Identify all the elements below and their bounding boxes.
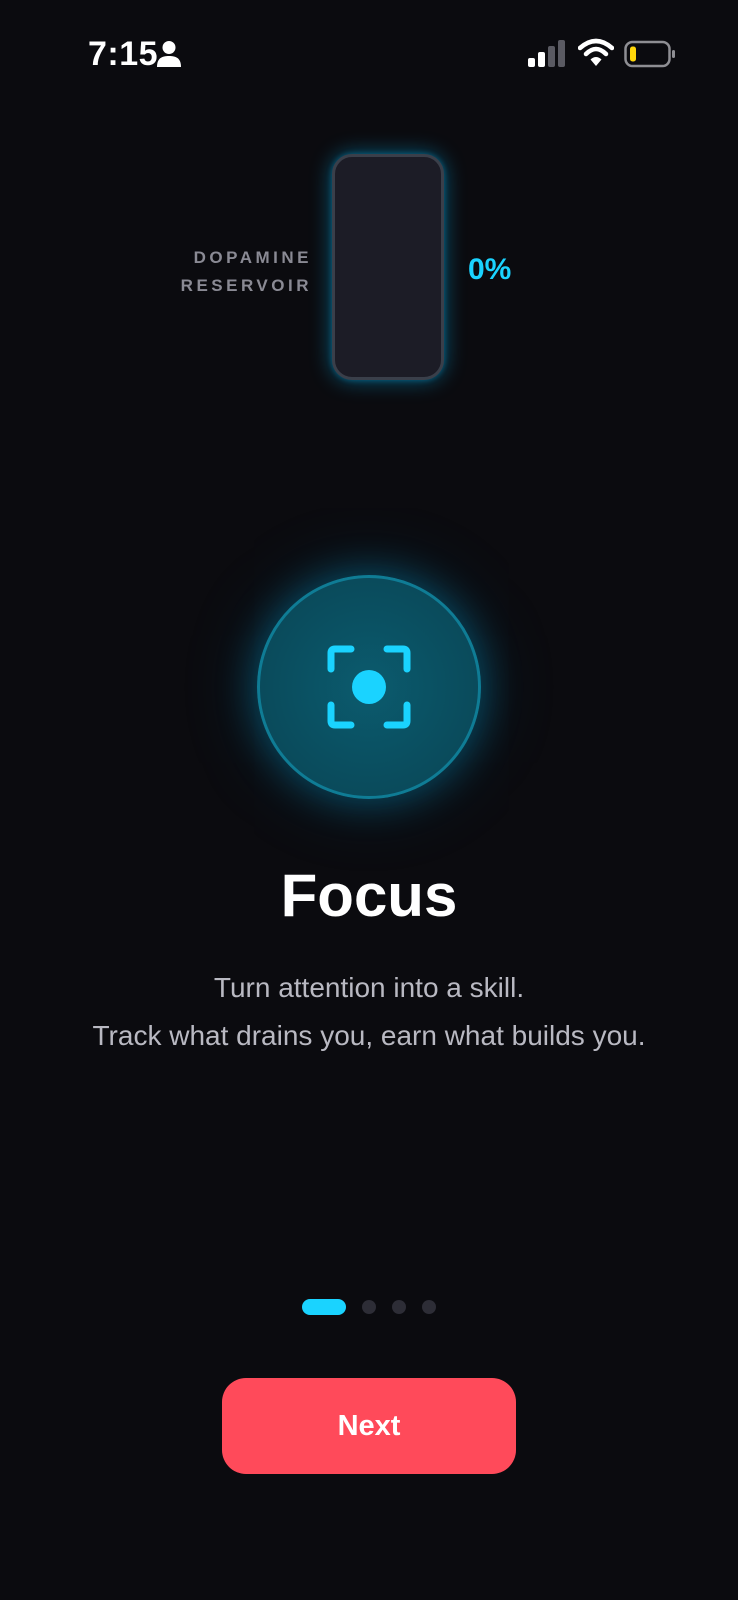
status-time: 7:15 xyxy=(88,35,159,73)
person-icon xyxy=(157,41,181,67)
reservoir-percent: 0% xyxy=(468,253,512,286)
page-dot xyxy=(392,1300,406,1314)
focus-viewfinder-icon xyxy=(327,645,411,729)
feature-subtitle-line1: Turn attention into a skill. xyxy=(213,972,525,1003)
page-dot xyxy=(422,1300,436,1314)
cellular-signal-icon xyxy=(528,40,565,67)
reservoir-label-line2: RESERVOIR xyxy=(180,276,312,295)
onboarding-screen: 7:15 DOPAMINE RESERVOIR 0% Focus Turn at… xyxy=(0,0,738,1600)
feature-subtitle-line2: Track what drains you, earn what builds … xyxy=(92,1020,646,1051)
reservoir-label: DOPAMINE RESERVOIR xyxy=(150,244,312,300)
feature-title: Focus xyxy=(280,862,458,929)
battery-icon xyxy=(624,40,675,68)
wifi-icon xyxy=(578,38,614,66)
page-dot xyxy=(362,1300,376,1314)
reservoir-label-line1: DOPAMINE xyxy=(193,248,312,267)
page-dot-active xyxy=(302,1299,346,1315)
next-button[interactable]: Next xyxy=(222,1378,516,1474)
dopamine-reservoir-gauge xyxy=(332,154,444,380)
page-indicator xyxy=(302,1299,442,1315)
